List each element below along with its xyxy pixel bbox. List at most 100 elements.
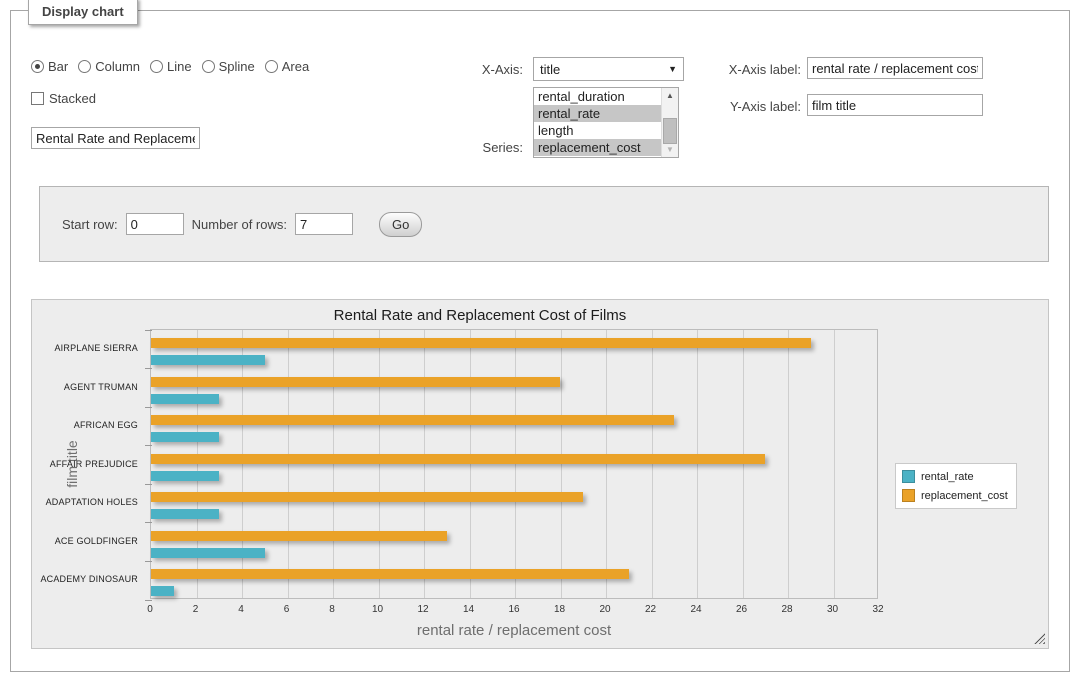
num-rows-input[interactable] [295,213,353,235]
radio-option-line[interactable]: Line [150,59,192,74]
x-tick-label: 16 [497,604,531,615]
plot-area [150,329,878,599]
x-tick-label: 20 [588,604,622,615]
scroll-down-icon[interactable]: ▼ [662,142,678,157]
legend-item-replacement_cost: replacement_cost [902,489,1008,502]
radio-label: Bar [48,59,68,74]
stacked-checkbox[interactable] [31,92,44,105]
category-tick [145,330,152,331]
resize-handle-icon[interactable] [1034,633,1045,644]
bar-rental_rate [151,471,219,481]
bar-replacement_cost [151,415,674,425]
radio-circle[interactable] [150,60,163,73]
bar-replacement_cost [151,569,629,579]
category-tick [145,522,152,523]
x-tick-label: 22 [634,604,668,615]
bar-replacement_cost [151,454,765,464]
bar-rental_rate [151,509,219,519]
radio-circle[interactable] [265,60,278,73]
x-tick-label: 10 [361,604,395,615]
radio-circle[interactable] [202,60,215,73]
category-tick [145,600,152,601]
chart-title-input[interactable] [31,127,200,149]
gridline [470,330,471,598]
x-tick-label: 32 [861,604,895,615]
x-tick-label: 26 [725,604,759,615]
x-tick-label: 14 [452,604,486,615]
bar-rental_rate [151,355,265,365]
x-tick-label: 18 [543,604,577,615]
gridline [788,330,789,598]
radio-circle[interactable] [31,60,44,73]
legend-swatch [902,489,915,502]
category-tick [145,561,152,562]
rows-panel: Start row: Number of rows: Go [39,186,1049,262]
x-tick-label: 4 [224,604,258,615]
radio-circle[interactable] [78,60,91,73]
radio-option-spline[interactable]: Spline [202,59,255,74]
category-label: ACE GOLDFINGER [32,536,138,546]
chart-container: Rental Rate and Replacement Cost of Film… [31,299,1049,649]
radio-label: Line [167,59,192,74]
category-label: ADAPTATION HOLES [32,497,138,507]
gridline [561,330,562,598]
x-tick-label: 0 [133,604,167,615]
gridline [515,330,516,598]
stacked-label: Stacked [49,91,96,106]
x-axis-selected-value: title [540,62,560,77]
y-axis-label-input[interactable] [807,94,983,116]
x-tick-label: 28 [770,604,804,615]
legend-swatch [902,470,915,483]
category-label: AFFAIR PREJUDICE [32,459,138,469]
series-option-rental_rate[interactable]: rental_rate [534,105,661,122]
radio-option-column[interactable]: Column [78,59,140,74]
series-option-length[interactable]: length [534,122,661,139]
legend-item-rental_rate: rental_rate [902,470,1008,483]
x-tick-label: 8 [315,604,349,615]
series-option-rental_duration[interactable]: rental_duration [534,88,661,105]
gridline [424,330,425,598]
gridline [288,330,289,598]
category-tick [145,484,152,485]
x-axis-label-field-label: X-Axis label: [651,62,801,77]
num-rows-label: Number of rows: [192,217,287,232]
bar-replacement_cost [151,531,447,541]
category-label: ACADEMY DINOSAUR [32,574,138,584]
radio-option-bar[interactable]: Bar [31,59,68,74]
chart-type-radios: Bar Column Line Spline Area [31,59,309,74]
series-label: Series: [423,140,523,155]
series-options: rental_durationrental_ratelengthreplacem… [534,88,661,157]
gridline [379,330,380,598]
bar-rental_rate [151,548,265,558]
start-row-label: Start row: [62,217,118,232]
series-listbox[interactable]: rental_durationrental_ratelengthreplacem… [533,87,679,158]
x-axis-label-input[interactable] [807,57,983,79]
bar-rental_rate [151,432,219,442]
y-axis-label-field-label: Y-Axis label: [651,99,801,114]
category-tick [145,368,152,369]
gridline [834,330,835,598]
x-tick-label: 6 [270,604,304,615]
bar-replacement_cost [151,377,560,387]
gridline [333,330,334,598]
category-label: AIRPLANE SIERRA [32,343,138,353]
go-button[interactable]: Go [379,212,422,237]
category-label: AGENT TRUMAN [32,382,138,392]
chart-title: Rental Rate and Replacement Cost of Film… [32,307,928,324]
radio-label: Spline [219,59,255,74]
stacked-option[interactable]: Stacked [31,91,96,106]
gridline [697,330,698,598]
series-option-replacement_cost[interactable]: replacement_cost [534,139,661,156]
start-row-input[interactable] [126,213,184,235]
chart-x-axis-title: rental rate / replacement cost [150,622,878,639]
gridline [743,330,744,598]
chart-legend: rental_rate replacement_cost [895,463,1017,509]
display-chart-fieldset: Display chart BarColumnLineSplineArea St… [10,10,1070,672]
legend-label: replacement_cost [921,490,1008,502]
radio-option-area[interactable]: Area [265,59,309,74]
scrollbar-thumb[interactable] [663,118,677,144]
fieldset-legend: Display chart [28,0,138,25]
category-tick [145,407,152,408]
radio-label: Column [95,59,140,74]
x-tick-label: 30 [816,604,850,615]
